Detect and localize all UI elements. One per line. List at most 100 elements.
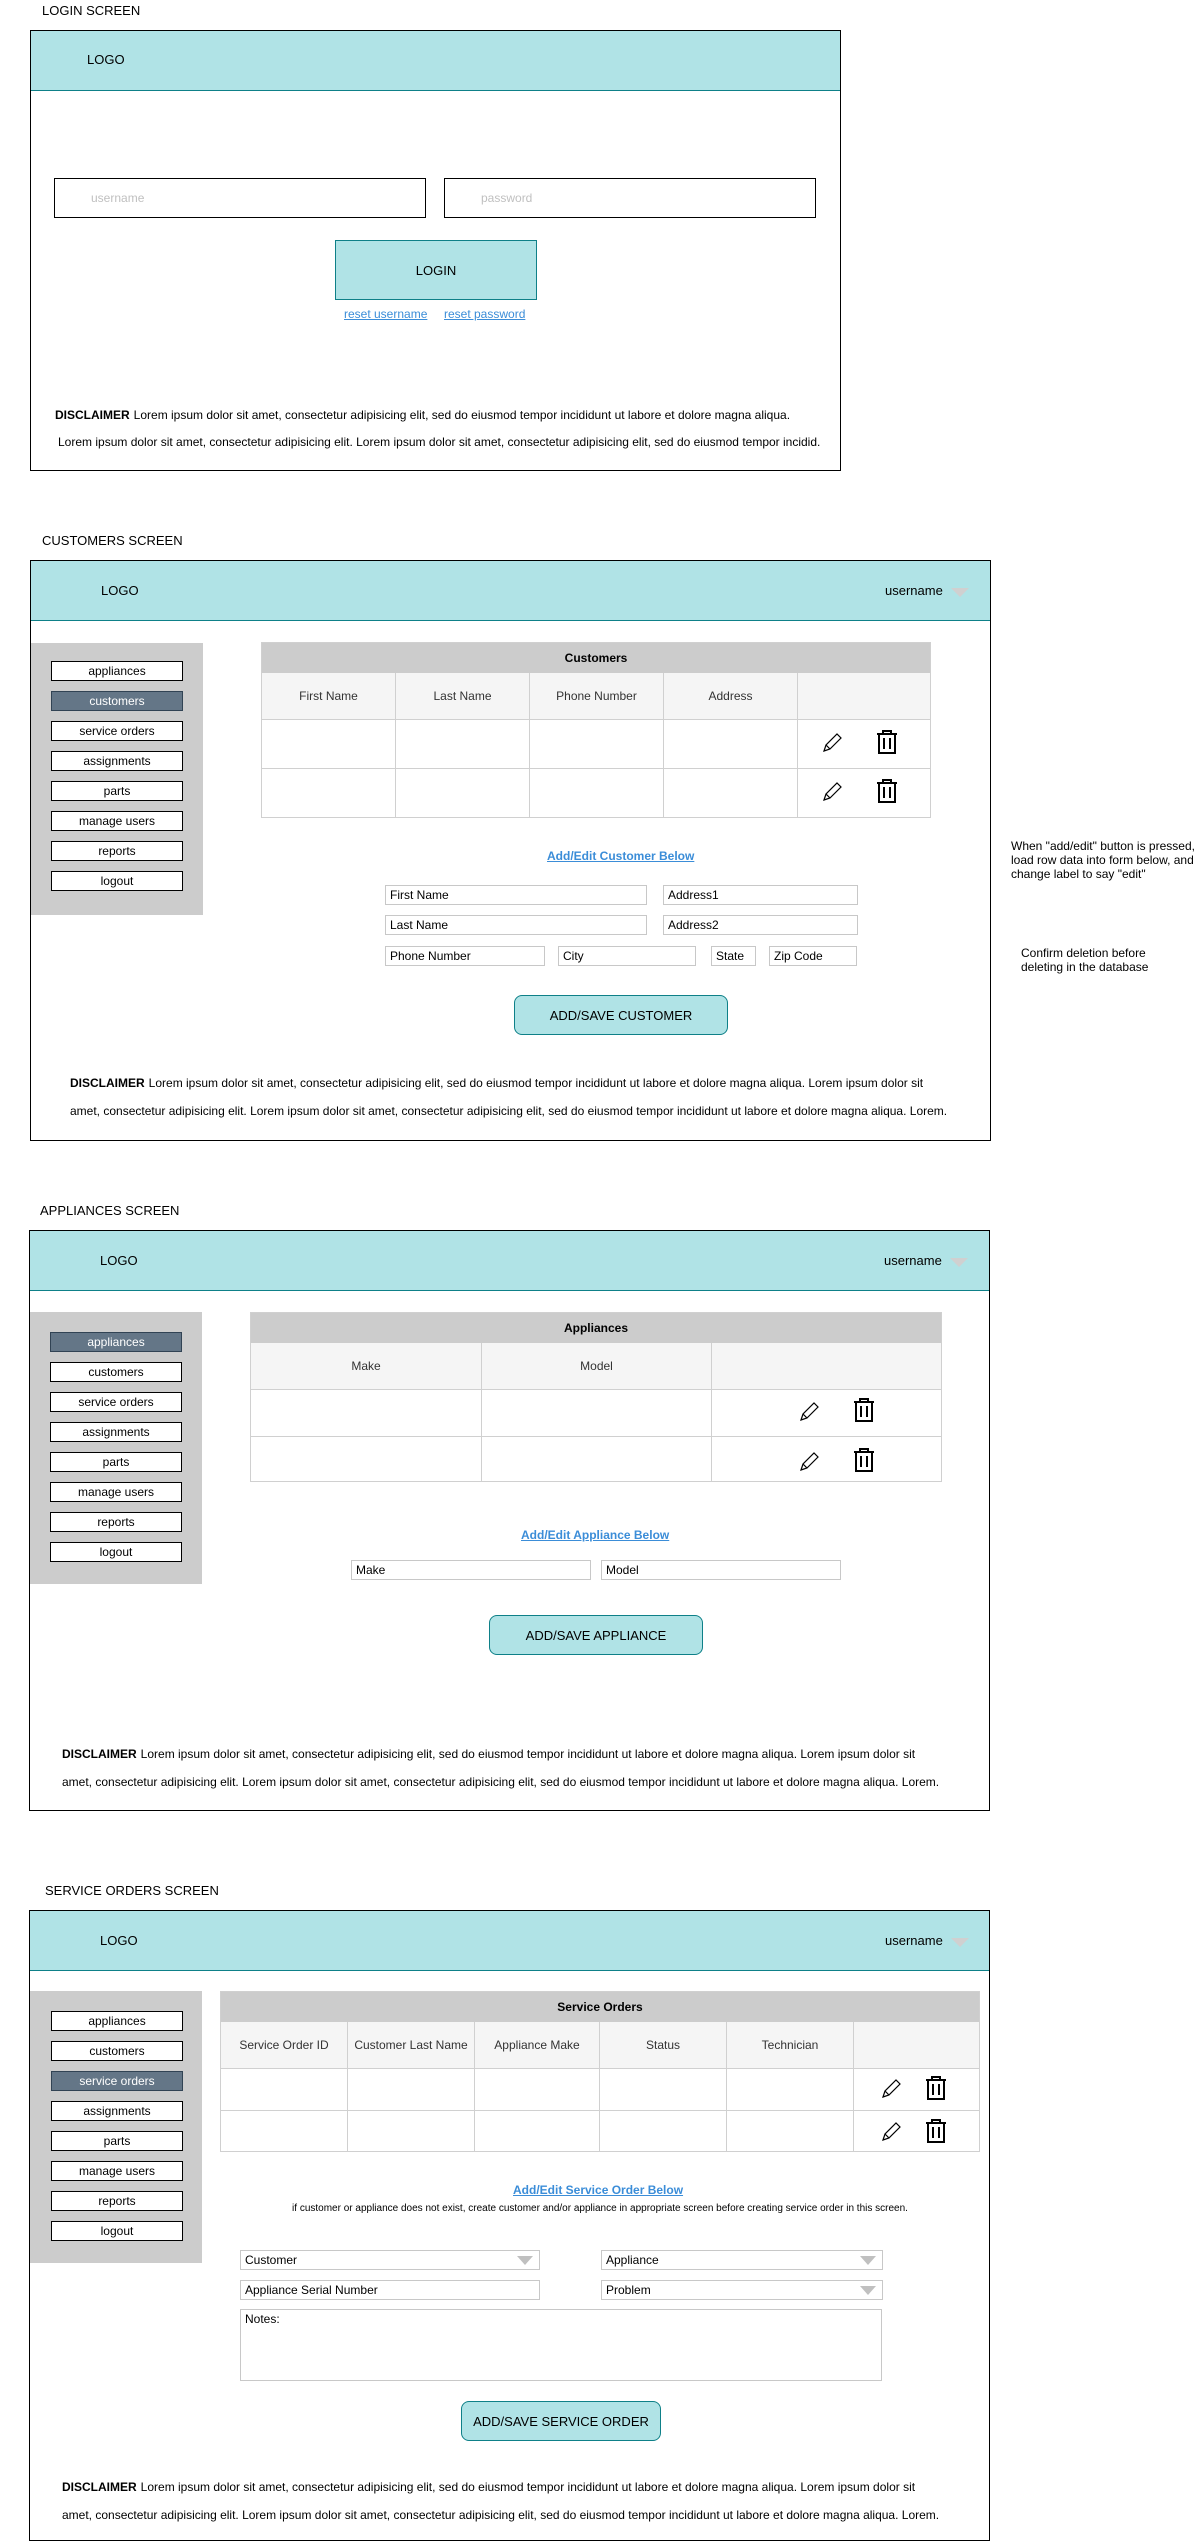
appliance-select-label: Appliance [606, 2253, 659, 2267]
nav-customers[interactable]: customers [51, 691, 183, 711]
disclaimer: DISCLAIMER Lorem ipsum dolor sit amet, co… [55, 407, 790, 423]
trash-icon[interactable] [875, 778, 899, 804]
nav-service-orders[interactable]: service orders [51, 2071, 183, 2091]
login-button[interactable]: LOGIN [335, 240, 537, 300]
address1-field[interactable]: Address1 [663, 885, 858, 905]
nav-parts[interactable]: parts [50, 1452, 182, 1472]
model-field[interactable]: Model [601, 1560, 841, 1580]
trash-icon[interactable] [852, 1397, 876, 1423]
header-bar: LOGO username [30, 1231, 989, 1291]
address2-field[interactable]: Address2 [663, 915, 858, 935]
chevron-down-icon[interactable] [950, 1258, 968, 1267]
nav-manage-users[interactable]: manage users [51, 2161, 183, 2181]
trash-icon[interactable] [875, 729, 899, 755]
zip-field[interactable]: Zip Code [769, 946, 857, 966]
disclaimer-text-2: amet, consectetur adipisicing elit. Lore… [62, 1775, 940, 1789]
disclaimer-label: DISCLAIMER [70, 1076, 145, 1090]
table-header: Make Model [251, 1343, 941, 1389]
chevron-down-icon[interactable] [951, 1938, 969, 1947]
table-title: Appliances [251, 1313, 941, 1343]
service-orders-section-title: SERVICE ORDERS SCREEN [45, 1883, 219, 1898]
make-field[interactable]: Make [351, 1560, 591, 1580]
add-edit-appliance-link[interactable]: Add/Edit Appliance Below [521, 1528, 669, 1542]
nav-customers[interactable]: customers [51, 2041, 183, 2061]
trash-icon[interactable] [852, 1447, 876, 1473]
nav-parts[interactable]: parts [51, 2131, 183, 2151]
disclaimer: DISCLAIMER Lorem ipsum dolor sit amet, co… [70, 1075, 923, 1091]
nav-parts[interactable]: parts [51, 781, 183, 801]
form-hint: if customer or appliance does not exist,… [292, 2203, 908, 2214]
nav-logout[interactable]: logout [50, 1542, 182, 1562]
nav-customers[interactable]: customers [50, 1362, 182, 1382]
appliances-section-title: APPLIANCES SCREEN [40, 1203, 180, 1218]
annotation-delete-note: Confirm deletion before deleting in the … [1021, 946, 1149, 974]
login-section-title: LOGIN SCREEN [42, 3, 141, 18]
add-save-appliance-button[interactable]: ADD/SAVE APPLIANCE [489, 1615, 703, 1655]
nav-appliances[interactable]: appliances [51, 2011, 183, 2031]
pencil-icon[interactable] [820, 730, 844, 756]
pencil-icon[interactable] [797, 1449, 821, 1475]
state-field[interactable]: State [711, 946, 756, 966]
logo: LOGO [101, 583, 139, 598]
column-header: Appliance Make [475, 2022, 600, 2068]
reset-username-link[interactable]: reset username [344, 307, 427, 321]
nav-assignments[interactable]: assignments [51, 2101, 183, 2121]
nav-service-orders[interactable]: service orders [50, 1392, 182, 1412]
nav-assignments[interactable]: assignments [50, 1422, 182, 1442]
last-name-field[interactable]: Last Name [385, 915, 647, 935]
nav-logout[interactable]: logout [51, 2221, 183, 2241]
table-header: Service Order ID Customer Last Name Appl… [221, 2022, 979, 2068]
serial-number-field[interactable]: Appliance Serial Number [240, 2280, 540, 2300]
table-title: Service Orders [221, 1992, 979, 2022]
nav-reports[interactable]: reports [51, 841, 183, 861]
trash-icon[interactable] [924, 2118, 948, 2144]
disclaimer-label: DISCLAIMER [62, 2480, 137, 2494]
nav-reports[interactable]: reports [50, 1512, 182, 1532]
username-menu[interactable]: username [884, 1253, 942, 1268]
column-header: Status [600, 2022, 727, 2068]
phone-field[interactable]: Phone Number [385, 946, 545, 966]
city-field[interactable]: City [558, 946, 696, 966]
nav-assignments[interactable]: assignments [51, 751, 183, 771]
username-menu[interactable]: username [885, 583, 943, 598]
disclaimer-text: Lorem ipsum dolor sit amet, consectetur … [148, 1076, 924, 1090]
nav-logout[interactable]: logout [51, 871, 183, 891]
column-header: Last Name [396, 673, 530, 719]
nav-service-orders[interactable]: service orders [51, 721, 183, 741]
add-save-service-order-button[interactable]: ADD/SAVE SERVICE ORDER [461, 2401, 661, 2441]
reset-password-link[interactable]: reset password [444, 307, 525, 321]
appliance-select[interactable]: Appliance [601, 2250, 883, 2270]
first-name-field[interactable]: First Name [385, 885, 647, 905]
nav-appliances[interactable]: appliances [50, 1332, 182, 1352]
pencil-icon[interactable] [879, 2119, 903, 2145]
chevron-down-icon[interactable] [951, 588, 969, 597]
column-header: Technician [727, 2022, 854, 2068]
header-bar: LOGO username [31, 561, 990, 621]
notes-textarea[interactable]: Notes: [240, 2309, 882, 2381]
logo: LOGO [100, 1253, 138, 1268]
problem-select[interactable]: Problem [601, 2280, 883, 2300]
add-edit-service-order-link[interactable]: Add/Edit Service Order Below [513, 2183, 683, 2197]
nav-manage-users[interactable]: manage users [50, 1482, 182, 1502]
pencil-icon[interactable] [820, 779, 844, 805]
logo: LOGO [87, 52, 125, 67]
service-orders-table: Service Orders Service Order ID Customer… [220, 1991, 980, 2152]
table-title: Customers [262, 643, 930, 673]
username-input[interactable]: username [54, 178, 426, 218]
add-save-customer-button[interactable]: ADD/SAVE CUSTOMER [514, 995, 728, 1035]
appliances-screen: LOGO username appliances customers servi… [29, 1230, 990, 1811]
column-header: Phone Number [530, 673, 664, 719]
customer-select[interactable]: Customer [240, 2250, 540, 2270]
username-menu[interactable]: username [885, 1933, 943, 1948]
password-input[interactable]: password [444, 178, 816, 218]
trash-icon[interactable] [924, 2075, 948, 2101]
pencil-icon[interactable] [879, 2076, 903, 2102]
nav-appliances[interactable]: appliances [51, 661, 183, 681]
dropdown-arrow-icon [860, 2286, 876, 2295]
appliances-table: Appliances Make Model [250, 1312, 942, 1482]
problem-select-label: Problem [606, 2283, 651, 2297]
pencil-icon[interactable] [797, 1399, 821, 1425]
add-edit-customer-link[interactable]: Add/Edit Customer Below [547, 849, 694, 863]
nav-manage-users[interactable]: manage users [51, 811, 183, 831]
nav-reports[interactable]: reports [51, 2191, 183, 2211]
